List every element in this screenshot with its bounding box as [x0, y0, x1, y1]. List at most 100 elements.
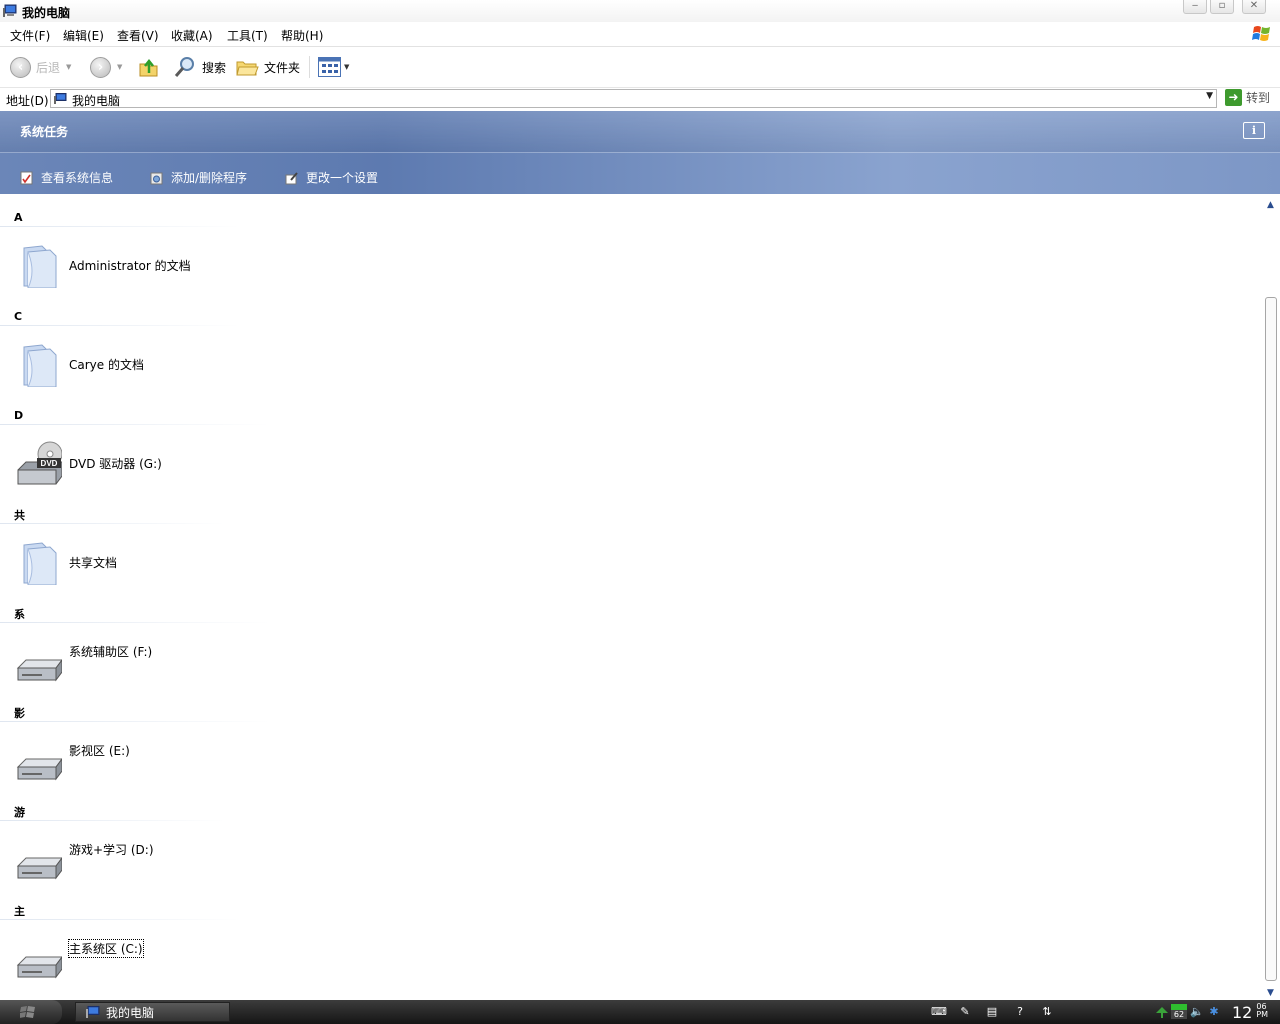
my-computer-icon [3, 4, 17, 17]
menu-favorites[interactable]: 收藏(A) [171, 27, 213, 44]
group-divider [0, 820, 225, 821]
close-button[interactable]: ✕ [1242, 0, 1266, 14]
list-item[interactable]: 游戏+学习 (D:) [16, 836, 154, 882]
control-panel-icon [285, 171, 298, 184]
clock-hour: 12 [1232, 1003, 1253, 1022]
go-arrow-icon: ➜ [1225, 89, 1242, 106]
back-button[interactable]: ‹ 后退 ▼ [10, 47, 71, 87]
pen-icon[interactable]: ✎ [958, 1005, 972, 1019]
group-divider [0, 622, 270, 623]
list-item[interactable]: Administrator 的文档 [16, 242, 191, 288]
folder-icon [23, 542, 57, 585]
menu-tools[interactable]: 工具(T) [227, 27, 268, 44]
group-divider [0, 424, 270, 425]
task-link-label: 查看系统信息 [41, 171, 114, 185]
my-computer-icon [86, 1006, 100, 1018]
list-item[interactable]: 主系统区 (C:) [16, 935, 144, 981]
hard-drive-icon [16, 659, 62, 682]
forward-button[interactable]: › ▼ [90, 47, 122, 87]
task-change-setting[interactable]: 更改一个设置 [285, 169, 378, 186]
hard-drive-icon [16, 956, 62, 979]
views-button[interactable]: ▼ [318, 47, 349, 87]
maximize-button[interactable]: ▫ [1210, 0, 1234, 14]
file-list: A Administrator 的文档 C Carye 的文档 D DVD DV… [0, 195, 1263, 1000]
handwriting-icon[interactable]: ▤ [985, 1005, 999, 1019]
group-header: D [14, 409, 24, 422]
menu-file[interactable]: 文件(F) [10, 27, 50, 44]
taskbar-item-my-computer[interactable]: 我的电脑 [75, 1002, 230, 1022]
help-icon[interactable]: ? [1013, 1005, 1027, 1019]
item-label: 共享文档 [69, 555, 118, 570]
start-button[interactable] [0, 1000, 62, 1024]
group-header: A [14, 211, 23, 224]
folders-button[interactable]: 文件夹 [236, 47, 300, 87]
item-label: Administrator 的文档 [69, 258, 191, 273]
taskbar-item-label: 我的电脑 [106, 1005, 155, 1020]
hard-drive-icon [16, 758, 62, 781]
group-header: 主 [14, 905, 25, 918]
taskbar: 我的电脑 ⌨ ✎ ▤ ? ⇅ 62 🔈 ✱ 12 06 PM [0, 1000, 1280, 1024]
group-divider [0, 919, 240, 920]
info-icon[interactable]: i [1243, 122, 1265, 139]
item-label: 游戏+学习 (D:) [69, 842, 154, 857]
task-link-label: 更改一个设置 [306, 171, 379, 185]
task-add-remove-programs[interactable]: 添加/删除程序 [150, 169, 247, 186]
address-dropdown-icon[interactable]: ▼ [1206, 91, 1213, 101]
keyboard-icon[interactable]: ⌨ [931, 1005, 947, 1019]
volume-icon[interactable]: 🔈 [1190, 1005, 1204, 1019]
back-arrow-icon: ‹ [10, 56, 31, 78]
list-item[interactable]: Carye 的文档 [16, 341, 144, 387]
battery-percent: 62 [1171, 1010, 1187, 1019]
list-item[interactable]: DVD DVD 驱动器 (G:) [16, 440, 162, 486]
scroll-up-icon[interactable]: ▲ [1267, 200, 1274, 210]
go-button[interactable]: ➜ 转到 [1225, 89, 1270, 106]
address-label: 地址(D) [6, 94, 49, 108]
back-label: 后退 [36, 60, 61, 75]
dvd-badge: DVD [41, 459, 58, 468]
hard-drive-icon [16, 857, 62, 880]
up-folder-button[interactable] [138, 47, 160, 87]
menu-help[interactable]: 帮助(H) [281, 27, 323, 44]
list-item[interactable]: 影视区 (E:) [16, 737, 130, 783]
minimize-button[interactable]: ‒ [1183, 0, 1207, 14]
up-folder-icon [139, 58, 158, 77]
group-divider [0, 226, 240, 227]
item-label: 系统辅助区 (F:) [69, 644, 153, 659]
toolbar: ‹ 后退 ▼ › ▼ 搜索 文件夹 ▼ [0, 47, 1280, 88]
address-bar: 地址(D) 我的电脑 ▼ ➜ 转到 [0, 88, 1280, 110]
group-header: 影 [14, 707, 25, 720]
list-item[interactable]: 共享文档 [16, 539, 117, 585]
battery-indicator[interactable]: 62 [1171, 1004, 1187, 1020]
bluetooth-icon[interactable]: ✱ [1207, 1005, 1221, 1019]
task-view-system-info[interactable]: 查看系统信息 [20, 169, 113, 186]
system-info-icon [20, 171, 33, 184]
folder-icon [23, 245, 57, 288]
chevron-down-icon: ▼ [66, 63, 72, 71]
folders-label: 文件夹 [264, 60, 301, 75]
group-divider [0, 325, 240, 326]
add-remove-programs-icon [150, 172, 163, 184]
forward-arrow-icon: › [90, 56, 111, 78]
search-icon [174, 57, 194, 77]
address-input[interactable]: 我的电脑 ▼ [50, 89, 1217, 108]
group-header: 系 [14, 608, 25, 621]
list-item[interactable]: 系统辅助区 (F:) [16, 638, 152, 684]
scroll-down-icon[interactable]: ▼ [1267, 988, 1274, 998]
clock[interactable]: 12 06 PM [1232, 1003, 1268, 1023]
item-label: DVD 驱动器 (G:) [69, 456, 162, 471]
search-button[interactable]: 搜索 [173, 47, 226, 87]
address-value: 我的电脑 [72, 94, 121, 108]
windows-logo-icon [20, 1006, 35, 1018]
menu-view[interactable]: 查看(V) [117, 27, 159, 44]
item-label: 影视区 (E:) [69, 743, 130, 758]
folders-icon [236, 61, 259, 76]
menu-edit[interactable]: 编辑(E) [63, 27, 104, 44]
network-icon[interactable] [1155, 1005, 1169, 1019]
item-label: Carye 的文档 [69, 357, 144, 372]
chevron-down-icon: ▼ [117, 63, 123, 71]
scroll-thumb[interactable] [1265, 297, 1277, 981]
vertical-scrollbar[interactable]: ▲ ▼ [1263, 195, 1280, 1000]
task-panel-header [0, 111, 1280, 153]
folder-icon [23, 344, 57, 387]
language-icon[interactable]: ⇅ [1040, 1005, 1054, 1019]
